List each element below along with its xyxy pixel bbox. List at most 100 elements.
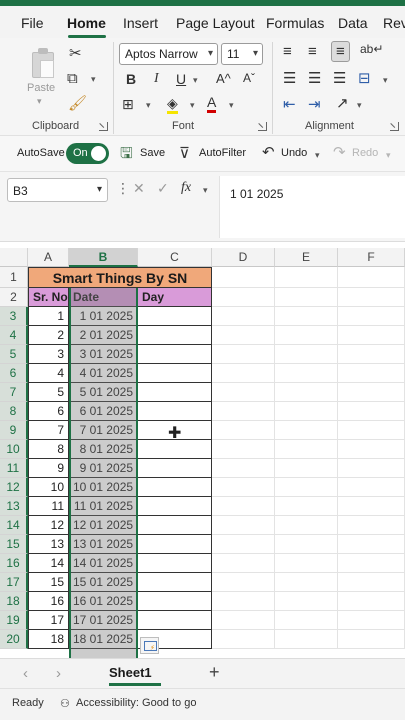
cell[interactable] xyxy=(275,592,338,611)
cell[interactable] xyxy=(212,402,275,421)
cell-day[interactable] xyxy=(138,535,212,554)
cell[interactable] xyxy=(338,554,405,573)
tab-formulas[interactable]: Formulas xyxy=(266,15,324,31)
cell-day[interactable] xyxy=(138,402,212,421)
accessibility-icon[interactable]: ⚇ xyxy=(60,697,70,710)
cell-date[interactable]: 17 01 2025 xyxy=(69,611,138,630)
cell-sr-no[interactable]: 12 xyxy=(28,516,69,535)
cell[interactable] xyxy=(275,535,338,554)
scroll-right-icon[interactable]: › xyxy=(56,665,61,682)
cell[interactable] xyxy=(275,478,338,497)
tab-review[interactable]: Revi xyxy=(383,15,405,31)
clipboard-launcher-icon[interactable] xyxy=(99,122,108,131)
more-icon[interactable]: ⋮ xyxy=(116,180,130,197)
cell[interactable] xyxy=(275,573,338,592)
paste-button-label[interactable]: Paste xyxy=(27,82,55,94)
cell-date[interactable]: 15 01 2025 xyxy=(69,573,138,592)
undo-icon[interactable]: ↶ xyxy=(262,145,275,160)
column-header-e[interactable]: E xyxy=(275,248,338,267)
save-button[interactable]: Save xyxy=(140,147,165,159)
cell[interactable] xyxy=(338,573,405,592)
underline-icon[interactable]: U xyxy=(176,72,186,86)
cell[interactable] xyxy=(338,535,405,554)
copy-icon[interactable]: ⧉ xyxy=(67,71,78,86)
row-header[interactable]: 4 xyxy=(0,326,28,345)
cell[interactable] xyxy=(212,478,275,497)
cell[interactable] xyxy=(338,516,405,535)
cell-sr-no[interactable]: 17 xyxy=(28,611,69,630)
cell[interactable] xyxy=(212,345,275,364)
cell-sr-no[interactable]: 13 xyxy=(28,535,69,554)
align-top-icon[interactable]: ≡ xyxy=(283,44,292,59)
cell[interactable] xyxy=(212,611,275,630)
cell[interactable] xyxy=(275,630,338,649)
cell[interactable] xyxy=(275,307,338,326)
cell-date[interactable]: 8 01 2025 xyxy=(69,440,138,459)
row-header[interactable]: 15 xyxy=(0,535,28,554)
cell-sr-no[interactable]: 14 xyxy=(28,554,69,573)
cell-day[interactable] xyxy=(138,516,212,535)
fill-color-icon[interactable]: ◈ xyxy=(167,96,178,114)
cell[interactable] xyxy=(212,535,275,554)
row-header[interactable]: 18 xyxy=(0,592,28,611)
title-cell[interactable]: Smart Things By SN xyxy=(28,267,212,288)
add-sheet-icon[interactable]: + xyxy=(209,662,220,683)
cell[interactable] xyxy=(338,611,405,630)
cell-day[interactable] xyxy=(138,364,212,383)
cell-sr-no[interactable]: 3 xyxy=(28,345,69,364)
row-header[interactable]: 7 xyxy=(0,383,28,402)
cell[interactable] xyxy=(275,267,338,288)
cell-day[interactable] xyxy=(138,554,212,573)
orientation-chevron-icon[interactable]: ▾ xyxy=(357,100,362,111)
cell[interactable] xyxy=(338,497,405,516)
cell-sr-no[interactable]: 9 xyxy=(28,459,69,478)
cell-day[interactable] xyxy=(138,326,212,345)
fill-color-chevron-icon[interactable]: ▾ xyxy=(190,100,195,111)
cell[interactable] xyxy=(275,516,338,535)
cell[interactable] xyxy=(275,288,338,307)
align-left-icon[interactable]: ☰ xyxy=(283,71,296,86)
cell[interactable] xyxy=(212,630,275,649)
cell[interactable] xyxy=(212,516,275,535)
cell[interactable] xyxy=(338,592,405,611)
row-header[interactable]: 19 xyxy=(0,611,28,630)
alignment-launcher-icon[interactable] xyxy=(390,122,399,131)
cell-date[interactable]: 5 01 2025 xyxy=(69,383,138,402)
cell[interactable] xyxy=(212,592,275,611)
cell-sr-no[interactable]: 6 xyxy=(28,402,69,421)
cell-day[interactable] xyxy=(138,611,212,630)
column-header-d[interactable]: D xyxy=(212,248,275,267)
cell[interactable] xyxy=(338,345,405,364)
cell[interactable] xyxy=(212,440,275,459)
align-center-icon[interactable]: ☰ xyxy=(308,71,321,86)
row-header[interactable]: 8 xyxy=(0,402,28,421)
font-name-combo[interactable]: Aptos Narrow ▾ xyxy=(119,43,218,65)
cut-icon[interactable]: ✂ xyxy=(69,46,82,61)
cell-sr-no[interactable]: 2 xyxy=(28,326,69,345)
cell[interactable] xyxy=(275,345,338,364)
autofilter-button[interactable]: AutoFilter xyxy=(199,147,246,159)
function-chevron-icon[interactable]: ▾ xyxy=(203,185,208,196)
row-header[interactable]: 5 xyxy=(0,345,28,364)
cell[interactable] xyxy=(338,440,405,459)
paste-icon[interactable] xyxy=(30,48,56,80)
tab-data[interactable]: Data xyxy=(338,15,368,31)
cell-date[interactable]: 6 01 2025 xyxy=(69,402,138,421)
column-header-b[interactable]: B xyxy=(69,248,138,267)
align-bottom-icon[interactable]: ≡ xyxy=(331,41,350,62)
cell-date[interactable]: 13 01 2025 xyxy=(69,535,138,554)
header-cell-day[interactable]: Day xyxy=(138,288,212,307)
cell-sr-no[interactable]: 11 xyxy=(28,497,69,516)
row-header[interactable]: 3 xyxy=(0,307,28,326)
decrease-indent-icon[interactable]: ⇤ xyxy=(283,97,296,112)
cell[interactable] xyxy=(275,440,338,459)
row-header[interactable]: 11 xyxy=(0,459,28,478)
borders-chevron-icon[interactable]: ▾ xyxy=(146,100,151,111)
align-right-icon[interactable]: ☰ xyxy=(333,71,346,86)
cell-day[interactable] xyxy=(138,459,212,478)
row-header[interactable]: 17 xyxy=(0,573,28,592)
increase-indent-icon[interactable]: ⇥ xyxy=(308,97,321,112)
cell[interactable] xyxy=(212,288,275,307)
cell-day[interactable] xyxy=(138,478,212,497)
cell[interactable] xyxy=(275,459,338,478)
